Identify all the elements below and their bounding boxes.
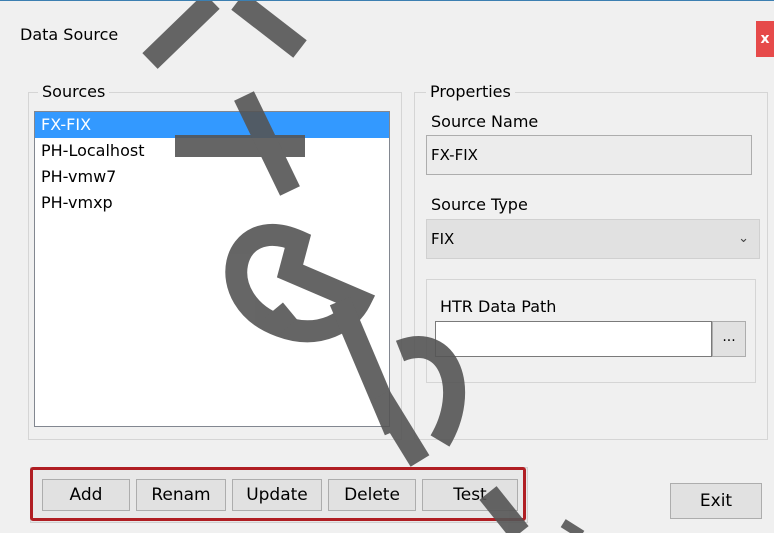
highlight-outline xyxy=(30,467,526,521)
source-type-label: Source Type xyxy=(431,195,528,214)
source-type-select[interactable]: FIX ⌄ xyxy=(426,219,760,259)
sources-group-label: Sources xyxy=(38,82,110,102)
list-item[interactable]: PH-vmxp xyxy=(35,190,389,216)
browse-button[interactable]: ... xyxy=(712,321,746,357)
list-item[interactable]: FX-FIX xyxy=(35,112,389,138)
source-name-field[interactable]: FX-FIX xyxy=(426,135,752,175)
exit-button[interactable]: Exit xyxy=(670,483,762,519)
htr-data-path-input[interactable] xyxy=(435,321,712,357)
window-title: Data Source xyxy=(20,25,119,44)
close-button[interactable]: x xyxy=(756,21,774,57)
list-item[interactable]: PH-Localhost xyxy=(35,138,389,164)
sources-listbox[interactable]: FX-FIX PH-Localhost PH-vmw7 PH-vmxp xyxy=(34,111,390,427)
title-bar: Data Source x xyxy=(0,1,774,57)
source-type-value: FIX xyxy=(431,230,455,248)
properties-group-label: Properties xyxy=(426,82,515,102)
list-item[interactable]: PH-vmw7 xyxy=(35,164,389,190)
data-source-dialog: Data Source x Sources FX-FIX PH-Localhos… xyxy=(0,0,774,533)
chevron-down-icon: ⌄ xyxy=(738,231,749,246)
htr-data-path-label: HTR Data Path xyxy=(440,297,557,316)
source-name-label: Source Name xyxy=(431,112,539,131)
